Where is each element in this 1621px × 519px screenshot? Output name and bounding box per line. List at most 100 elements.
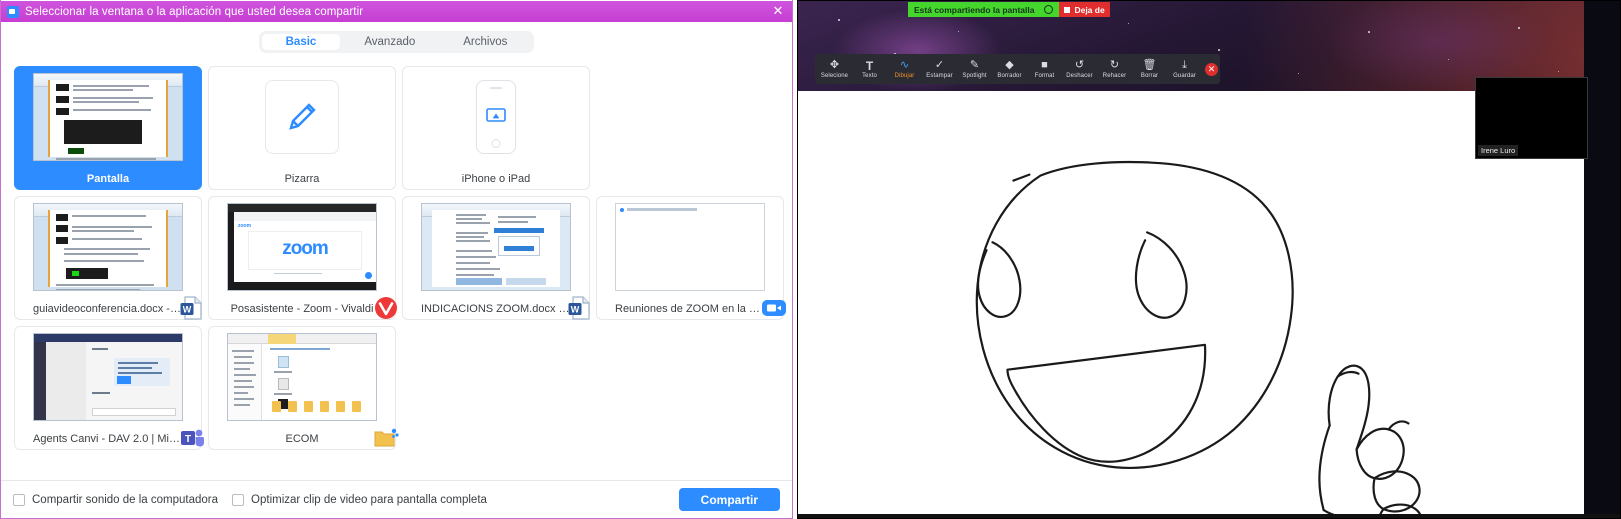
tool-guardar[interactable]: ⤓ Guardar bbox=[1167, 54, 1202, 84]
participant-name: Irene Luro bbox=[1478, 145, 1519, 156]
tool-label: Dibujar bbox=[894, 73, 915, 79]
tool-label: Spotlight bbox=[962, 73, 987, 79]
share-source-guiavideoconferencia[interactable]: guiavideoconferencia.docx - Mic... W bbox=[14, 196, 202, 320]
tool-label: Borrar bbox=[1140, 73, 1159, 79]
tool-label: Rehacer bbox=[1102, 73, 1127, 79]
word-icon: W bbox=[177, 293, 207, 323]
tool-label: Estampar bbox=[926, 73, 953, 79]
sharing-status: Está compartiendo la pantalla bbox=[908, 2, 1060, 17]
meeting-bottom-edge bbox=[798, 514, 1620, 518]
move-arrows-icon: ✥ bbox=[829, 59, 840, 71]
tool-selecione[interactable]: ✥ Selecione bbox=[817, 54, 852, 84]
svg-text:T: T bbox=[185, 434, 191, 445]
share-source-ecom[interactable]: ECOM bbox=[208, 326, 399, 450]
source-label: guiavideoconferencia.docx - Mic... bbox=[33, 303, 200, 315]
screen-share-banner: Está compartiendo la pantalla Deja de bbox=[908, 2, 1110, 17]
tool-label: Borrador bbox=[997, 73, 1022, 79]
word-document-preview bbox=[33, 203, 183, 291]
tool-estampar[interactable]: ✓ Estampar bbox=[922, 54, 957, 84]
tool-label: Deshacer bbox=[1066, 73, 1093, 79]
checkbox-optimizar-video[interactable]: Optimizar clip de video para pantalla co… bbox=[232, 493, 487, 506]
text-t-icon: T bbox=[865, 58, 874, 73]
source-label: ECOM bbox=[285, 433, 319, 445]
trash-icon: 🗑 bbox=[1142, 59, 1157, 71]
thumbnail bbox=[403, 201, 589, 293]
tab-bar: Basic Avanzado Archivos bbox=[1, 31, 792, 53]
tool-texto[interactable]: T Texto bbox=[852, 54, 887, 84]
stop-share-label: Deja de bbox=[1074, 4, 1105, 15]
teams-window-preview bbox=[33, 333, 183, 421]
checkbox-label: Optimizar clip de video para pantalla co… bbox=[251, 493, 487, 506]
share-source-pizarra[interactable]: Pizarra bbox=[208, 66, 396, 190]
share-source-pantalla[interactable]: Pantalla bbox=[14, 66, 202, 190]
tab-archivos[interactable]: Archivos bbox=[439, 34, 531, 50]
thumbnail bbox=[403, 71, 589, 163]
svg-text:W: W bbox=[183, 304, 192, 314]
spotlight-pen-icon: ✎ bbox=[969, 59, 980, 71]
word-document-preview-2 bbox=[421, 203, 571, 291]
pause-share-icon[interactable] bbox=[1044, 5, 1054, 14]
checkbox-label: Compartir sonido de la computadora bbox=[32, 493, 219, 506]
tool-deshacer[interactable]: ↺ Deshacer bbox=[1062, 54, 1097, 84]
source-label: Agents Canvi - DAV 2.0 | Microso... bbox=[33, 433, 201, 445]
participant-video-tile[interactable]: Irene Luro bbox=[1475, 77, 1588, 159]
close-icon[interactable]: ✕ bbox=[770, 3, 786, 19]
source-label: iPhone o iPad bbox=[461, 173, 531, 185]
tool-label: Selecione bbox=[820, 73, 849, 79]
vivaldi-icon bbox=[371, 293, 401, 323]
share-source-posasistente-zoom-vivaldi[interactable]: zoom zoom Posasistente - Zoom - Vivaldi bbox=[208, 196, 397, 320]
svg-text:W: W bbox=[571, 304, 580, 314]
grid-empty-slot bbox=[596, 66, 784, 190]
thumbnail bbox=[15, 71, 201, 163]
share-source-grid: Pantalla Pizarra iPhone o iPad guiavideo… bbox=[14, 66, 786, 450]
checkbox-box[interactable] bbox=[13, 493, 25, 506]
source-label: Pantalla bbox=[86, 173, 130, 185]
tab-basic[interactable]: Basic bbox=[261, 34, 341, 50]
source-label: INDICACIONS ZOOM.docx - Micr... bbox=[421, 303, 589, 315]
share-source-reuniones-zoom-nube[interactable]: Reuniones de ZOOM en la nube bbox=[596, 196, 786, 320]
tool-borrador[interactable]: ◆ Borrador bbox=[992, 54, 1027, 84]
checkbox-box[interactable] bbox=[232, 493, 245, 506]
zoom-browser-preview: zoom zoom bbox=[227, 203, 377, 291]
tool-spotlight[interactable]: ✎ Spotlight bbox=[957, 54, 992, 84]
tool-format[interactable]: ■ Format bbox=[1027, 54, 1062, 84]
teams-icon: T bbox=[177, 423, 207, 453]
check-stamp-icon: ✓ bbox=[934, 59, 945, 71]
share-source-iphone-ipad[interactable]: iPhone o iPad bbox=[402, 66, 590, 190]
share-source-agents-canvi-teams[interactable]: Agents Canvi - DAV 2.0 | Microso... T bbox=[14, 326, 204, 450]
checkbox-compartir-sonido[interactable]: Compartir sonido de la computadora bbox=[13, 493, 219, 506]
tool-label: Guardar bbox=[1173, 73, 1196, 79]
annotation-canvas[interactable] bbox=[798, 91, 1584, 518]
eraser-icon: ◆ bbox=[1005, 59, 1014, 71]
thumbnail bbox=[15, 201, 201, 293]
source-label: Posasistente - Zoom - Vivaldi bbox=[230, 303, 374, 315]
word-document-preview bbox=[33, 73, 183, 161]
zoom-wordmark: zoom bbox=[282, 238, 329, 260]
meeting-right-gutter bbox=[1584, 1, 1620, 518]
folder-icon bbox=[371, 423, 401, 453]
tool-borrar[interactable]: 🗑 Borrar bbox=[1132, 54, 1167, 84]
color-square-icon: ■ bbox=[1041, 59, 1048, 71]
stop-share-button[interactable]: Deja de bbox=[1059, 2, 1110, 17]
thumbnail bbox=[209, 71, 395, 163]
thumbnail bbox=[15, 331, 201, 423]
share-button[interactable]: Compartir bbox=[678, 488, 780, 511]
tool-dibujar[interactable]: ∿ Dibujar bbox=[887, 54, 922, 84]
thumbnail: zoom zoom bbox=[209, 201, 395, 293]
dialog-titlebar: Seleccionar la ventana o la aplicación q… bbox=[1, 1, 792, 22]
tab-avanzado[interactable]: Avanzado bbox=[340, 34, 439, 50]
tool-label: Format bbox=[1034, 73, 1055, 79]
tool-label: Texto bbox=[862, 73, 877, 79]
blank-page-preview bbox=[615, 203, 765, 291]
thumbnail bbox=[597, 201, 783, 293]
dialog-title: Seleccionar la ventana o la aplicación q… bbox=[25, 5, 364, 18]
annotation-toolbar: ✥ Selecione T Texto ∿ Dibujar ✓ Estampar… bbox=[815, 54, 1220, 84]
sharing-status-text: Está compartiendo la pantalla bbox=[914, 4, 1035, 15]
redo-arrow-icon: ↻ bbox=[1109, 59, 1120, 71]
squiggle-draw-icon: ∿ bbox=[899, 59, 910, 71]
airplay-phone-icon bbox=[476, 80, 516, 154]
close-icon[interactable]: ✕ bbox=[1205, 62, 1218, 76]
whiteboard-pencil-icon bbox=[265, 80, 339, 154]
share-source-indicacions-zoom[interactable]: INDICACIONS ZOOM.docx - Micr... W bbox=[402, 196, 590, 320]
tool-rehacer[interactable]: ↻ Rehacer bbox=[1097, 54, 1132, 84]
